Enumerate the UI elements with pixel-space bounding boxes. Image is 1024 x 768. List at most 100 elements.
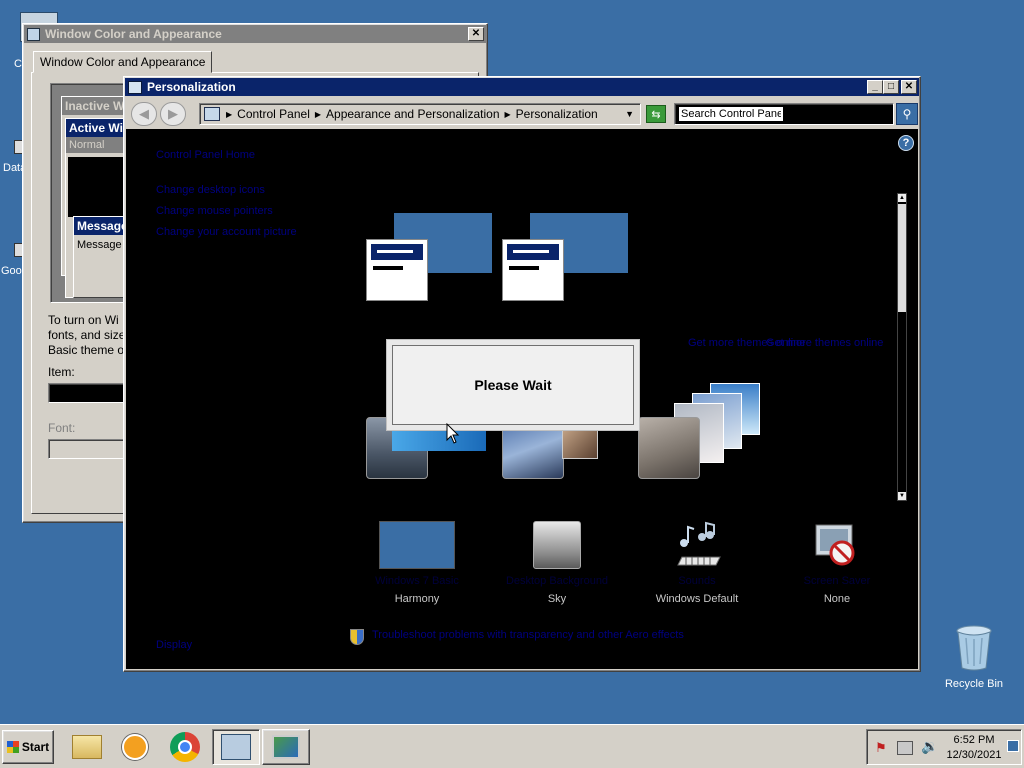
media-player-icon <box>122 734 148 760</box>
setting-caption: Windows 7 Basic <box>375 575 459 587</box>
search-icon: ⚲ <box>902 107 912 121</box>
appearance-description: To turn on Wi fonts, and size Basic them… <box>48 313 125 358</box>
desktop-icon-label: C <box>14 58 22 70</box>
breadcrumb-separator-icon: ▶ <box>504 109 511 119</box>
setting-value: Windows Default <box>655 593 739 605</box>
sounds-icon <box>677 521 721 566</box>
recycle-bin-icon <box>956 625 992 671</box>
volume-icon[interactable]: 🔉 <box>921 738 938 755</box>
item-label: Item: <box>48 365 75 379</box>
window-titlebar[interactable]: Window Color and Appearance ✕ <box>24 25 486 43</box>
troubleshoot-link[interactable]: Troubleshoot problems with transparency … <box>372 629 684 641</box>
breadcrumb-separator-icon: ▶ <box>314 109 322 119</box>
left-link-display[interactable]: Display <box>156 639 192 651</box>
personalization-window: Personalization _ □ ✕ ◀ ▶ ▶ Control Pane… <box>123 76 921 672</box>
desc-line: Basic theme o <box>48 343 125 357</box>
network-icon[interactable] <box>897 741 913 755</box>
close-icon: ✕ <box>471 28 481 39</box>
search-box[interactable] <box>674 103 894 125</box>
window-titlebar[interactable]: Personalization _ □ ✕ <box>125 78 919 96</box>
font-label: Font: <box>48 421 76 435</box>
windows-logo-icon <box>6 741 19 753</box>
personalization-app-icon <box>128 80 142 94</box>
maximize-button[interactable]: □ <box>883 80 899 94</box>
control-panel-icon <box>204 107 220 121</box>
back-button[interactable]: ◀ <box>131 102 157 126</box>
taskbar-personalization[interactable] <box>262 729 310 765</box>
control-panel-icon <box>221 734 251 760</box>
setting-screen-saver[interactable]: Screen Saver None <box>772 521 902 605</box>
setting-value: Sky <box>547 593 567 605</box>
breadcrumb-personalization[interactable]: Personalization <box>516 107 598 121</box>
clock-time: 6:52 PM <box>953 734 995 746</box>
theme-glass-accent <box>392 429 486 451</box>
taskbar-media-player[interactable] <box>112 729 158 765</box>
start-label: Start <box>21 740 50 754</box>
help-icon: ? <box>902 137 910 149</box>
left-link-mouse-pointers[interactable]: Change mouse pointers <box>156 205 273 217</box>
desktop-icon-label: Goo <box>1 265 22 277</box>
maximize-icon: □ <box>887 81 895 92</box>
desktop-icon-label: Recycle Bin <box>944 678 1004 690</box>
left-link-account-picture[interactable]: Change your account picture <box>156 226 297 238</box>
setting-sounds[interactable]: Sounds Windows Default <box>632 521 762 605</box>
tab-label: Window Color and Appearance <box>40 55 206 69</box>
menu-normal: Normal <box>69 139 105 151</box>
get-more-themes-link[interactable]: Get more themes online <box>766 337 883 349</box>
minimize-button[interactable]: _ <box>867 80 883 94</box>
minimize-icon: _ <box>872 81 878 92</box>
setting-caption: Sounds <box>678 575 716 587</box>
theme-window-preview <box>366 239 428 301</box>
desc-line: fonts, and size <box>48 328 126 342</box>
close-button[interactable]: ✕ <box>468 27 484 41</box>
personalization-icon <box>272 735 300 759</box>
theme-thumbnail[interactable] <box>638 417 700 479</box>
back-arrow-icon: ◀ <box>139 106 149 121</box>
address-bar[interactable]: ▶ Control Panel ▶ Appearance and Persona… <box>199 103 641 125</box>
close-button[interactable]: ✕ <box>901 80 917 94</box>
scroll-down-icon[interactable]: ▼ <box>898 492 906 500</box>
forward-arrow-icon: ▶ <box>168 106 178 121</box>
search-button[interactable]: ⚲ <box>896 103 918 125</box>
themes-scrollbar[interactable]: ▲ ▼ <box>897 193 907 501</box>
help-button[interactable]: ? <box>898 135 914 151</box>
desktop-background-icon <box>533 521 581 569</box>
clock[interactable]: 6:52 PM 12/30/2021 <box>945 733 1003 763</box>
tab-window-color[interactable]: Window Color and Appearance <box>33 51 213 73</box>
system-tray: ⚑ 🔉 6:52 PM 12/30/2021 <box>866 729 1022 765</box>
breadcrumb-separator-icon: ▶ <box>226 109 233 119</box>
taskbar: Start ⚑ 🔉 6:52 PM 12/30/2021 <box>0 724 1024 768</box>
clock-date: 12/30/2021 <box>946 749 1002 761</box>
left-link-desktop-icons[interactable]: Change desktop icons <box>156 184 265 196</box>
taskbar-control-panel[interactable] <box>212 729 260 765</box>
desc-line: To turn on Wi <box>48 313 119 327</box>
start-button[interactable]: Start <box>2 730 54 764</box>
window-title: Window Color and Appearance <box>45 27 222 41</box>
breadcrumb-appearance[interactable]: Appearance and Personalization <box>326 107 499 121</box>
scroll-up-icon[interactable]: ▲ <box>898 194 906 202</box>
screen-saver-icon <box>815 524 855 566</box>
setting-desktop-background[interactable]: Desktop Background Sky <box>492 521 622 605</box>
setting-value: None <box>823 593 851 605</box>
setting-caption: Desktop Background <box>505 575 609 587</box>
taskbar-chrome[interactable] <box>162 729 208 765</box>
forward-button[interactable]: ▶ <box>160 102 186 126</box>
window-title: Personalization <box>147 80 236 94</box>
folder-icon <box>72 735 102 759</box>
action-center-flag-icon[interactable]: ⚑ <box>875 740 889 756</box>
setting-value: Harmony <box>394 593 440 605</box>
setting-window-color[interactable]: Windows 7 Basic Harmony <box>352 521 482 605</box>
address-dropdown-icon[interactable]: ▼ <box>625 109 634 119</box>
window-color-swatch <box>379 521 455 569</box>
desktop-icon-recycle-bin[interactable]: Recycle Bin <box>939 624 1009 690</box>
search-input[interactable] <box>678 106 784 122</box>
left-link-home[interactable]: Control Panel Home <box>156 149 255 161</box>
please-wait-text: Please Wait <box>474 377 552 393</box>
breadcrumb-control-panel[interactable]: Control Panel <box>237 107 310 121</box>
refresh-button[interactable]: ⇆ <box>646 105 666 123</box>
close-icon: ✕ <box>904 81 914 92</box>
please-wait-dialog: Please Wait <box>386 339 640 431</box>
scroll-thumb[interactable] <box>898 204 906 312</box>
taskbar-explorer[interactable] <box>64 729 110 765</box>
show-desktop-icon[interactable] <box>1007 740 1019 752</box>
